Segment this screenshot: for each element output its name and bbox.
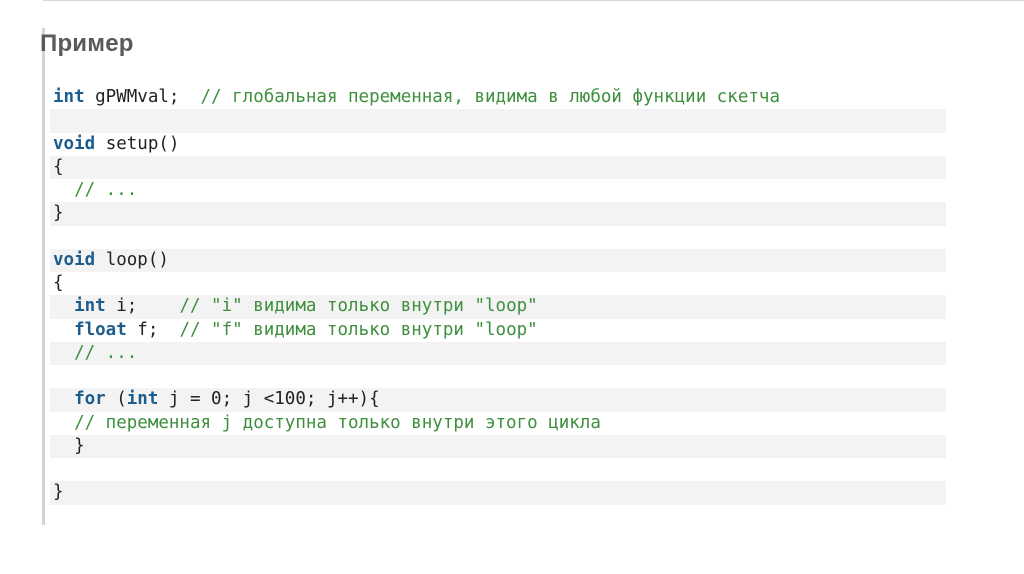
- code-text: i;: [105, 296, 180, 317]
- code-comment: // переменная j доступна только внутри э…: [74, 412, 601, 433]
- code-text: }: [53, 482, 64, 503]
- code-line: {: [50, 272, 946, 295]
- code-keyword: int: [74, 296, 106, 317]
- code-line: }: [50, 202, 946, 226]
- page-title: Пример: [40, 30, 134, 57]
- code-comment: // "f" видима только внутри "loop": [179, 319, 538, 340]
- code-keyword: int: [126, 389, 159, 410]
- code-line: // ...: [50, 179, 946, 202]
- left-border: [42, 28, 45, 525]
- top-divider: [43, 0, 1024, 1]
- code-comment: // ...: [74, 342, 138, 363]
- code-keyword: int: [53, 87, 85, 107]
- code-line: // переменная j доступна только внутри э…: [50, 412, 946, 435]
- code-line: // ...: [50, 341, 946, 365]
- code-comment: // глобальная переменная, видима в любой…: [200, 87, 780, 107]
- code-text: j = 0; j <100; j++){: [158, 389, 380, 410]
- code-keyword: float: [74, 319, 127, 340]
- code-text: f;: [126, 319, 180, 340]
- code-line: [50, 109, 946, 133]
- code-line: void setup(): [50, 133, 946, 156]
- code-keyword: for: [74, 389, 106, 410]
- code-line: }: [50, 481, 946, 505]
- code-text: {: [53, 156, 64, 177]
- code-line: {: [50, 155, 946, 179]
- code-text: }: [53, 435, 85, 456]
- code-text: {: [53, 273, 64, 293]
- code-line: }: [50, 434, 946, 458]
- code-text: loop(): [95, 249, 169, 270]
- code-comment: // "i" видима только внутри "loop": [179, 296, 538, 317]
- code-line: int gPWMval; // глобальная переменная, в…: [50, 86, 946, 109]
- code-line: float f; // "f" видима только внутри "lo…: [50, 319, 946, 342]
- code-keyword: void: [53, 249, 96, 270]
- code-keyword: void: [53, 133, 96, 154]
- code-comment: // ...: [74, 180, 138, 200]
- code-text: }: [53, 203, 64, 224]
- code-text: (: [105, 389, 127, 410]
- code-text: setup(): [95, 133, 180, 154]
- code-line: int i; // "i" видима только внутри "loop…: [50, 295, 946, 319]
- code-line: void loop(): [50, 248, 946, 272]
- code-line: for (int j = 0; j <100; j++){: [50, 388, 946, 412]
- code-text: gPWMval;: [84, 87, 201, 107]
- code-block: int gPWMval; // глобальная переменная, в…: [50, 86, 946, 505]
